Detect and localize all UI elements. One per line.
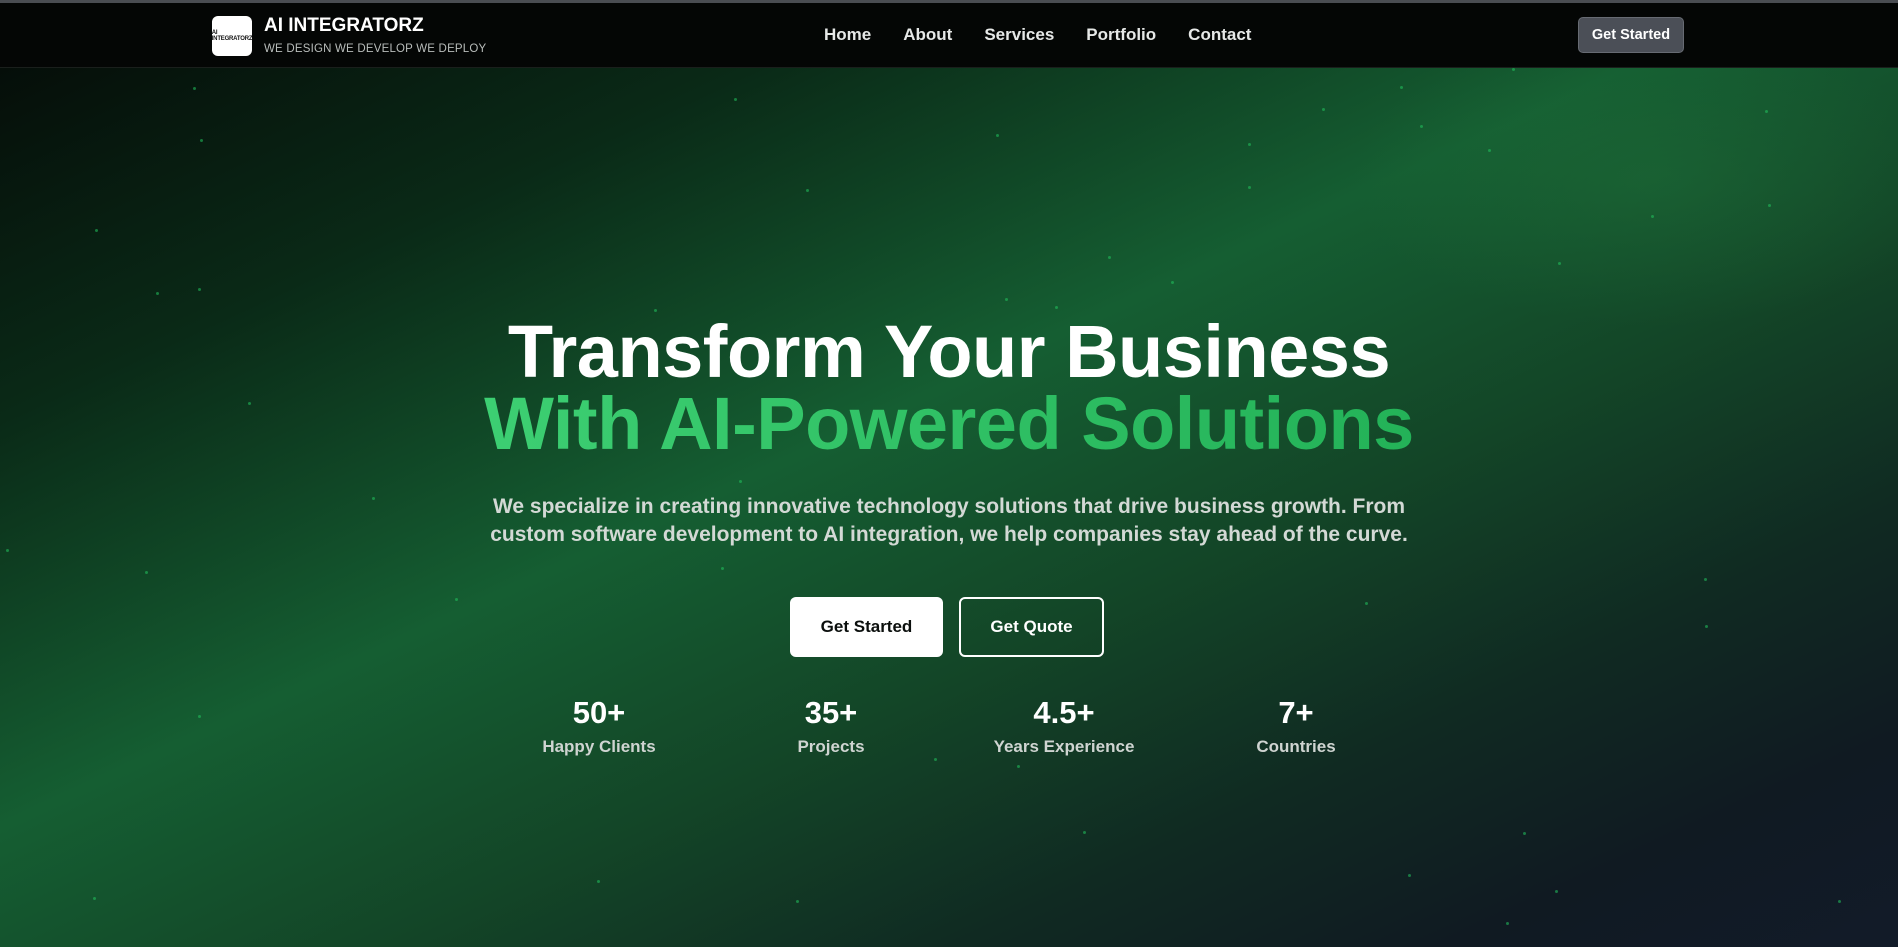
brand-logo: AI INTEGRATORZ [212,16,252,56]
brand-name: AI INTEGRATORZ [264,15,424,36]
particle-dot [193,87,196,90]
hero-section: Transform Your Business With AI-Powered … [0,68,1898,947]
logo-text: AI INTEGRATORZ [211,30,253,42]
stat-label: Happy Clients [542,737,656,756]
particle-dot [739,480,742,483]
hero-headline: Transform Your Business With AI-Powered … [0,314,1898,462]
particle-dot [1017,765,1020,768]
particle-dot [95,229,98,232]
stat-happy-clients: 50+ Happy Clients [499,695,699,757]
hero-title-line1: Transform Your Business [507,310,1391,393]
particle-dot [145,571,148,574]
particle-dot [996,134,999,137]
particle-dot [455,598,458,601]
hero-subtitle-line1: We specialize in creating innovative tec… [492,495,1406,518]
particle-dot [93,897,96,900]
particle-dot [1248,143,1251,146]
nav-link-contact[interactable]: Contact [1188,25,1251,45]
stat-label: Years Experience [993,737,1135,756]
stat-value: 35+ [804,695,858,730]
particle-dot [372,497,375,500]
particle-dot [1400,86,1403,89]
particle-dot [1248,186,1251,189]
particle-dot [1055,306,1058,309]
hero-glow [1350,68,1898,328]
stat-value: 4.5+ [1033,695,1095,730]
particle-dot [156,292,159,295]
particle-dot [1365,602,1368,605]
stat-label: Projects [797,737,865,756]
brand[interactable]: AI INTEGRATORZ AI INTEGRATORZ WE DESIGN … [212,15,486,57]
stat-label: Countries [1256,737,1336,756]
get-started-button[interactable]: Get Started [790,597,943,657]
particle-dot [1523,832,1526,835]
site-header: AI INTEGRATORZ AI INTEGRATORZ WE DESIGN … [0,3,1898,68]
stat-countries: 7+ Countries [1196,695,1396,757]
stat-projects: 35+ Projects [731,695,931,757]
particle-dot [1488,149,1491,152]
particle-dot [1555,890,1558,893]
particle-dot [1765,110,1768,113]
particle-dot [1705,625,1708,628]
particle-dot [1408,874,1411,877]
particle-dot [1005,298,1008,301]
hero-subtitle: We specialize in creating innovative tec… [449,493,1449,549]
particle-dot [597,880,600,883]
stat-value: 50+ [572,695,626,730]
particle-dot [1558,262,1561,265]
particle-dot [6,549,9,552]
nav-link-home[interactable]: Home [824,25,871,45]
particle-dot [1768,204,1771,207]
nav-link-about[interactable]: About [903,25,952,45]
particle-dot [721,567,724,570]
particle-dot [734,98,737,101]
particle-dot [1838,900,1841,903]
particle-dot [1512,68,1515,71]
stat-years-experience: 4.5+ Years Experience [964,695,1164,757]
particle-dot [1108,256,1111,259]
hero-title-line2: With AI-Powered Solutions [0,386,1898,462]
nav-link-services[interactable]: Services [984,25,1054,45]
stat-value: 7+ [1278,695,1314,730]
particle-dot [198,715,201,718]
brand-text: AI INTEGRATORZ WE DESIGN WE DEVELOP WE D… [264,15,486,57]
particle-dot [934,758,937,761]
main-nav: Home About Services Portfolio Contact [824,25,1283,45]
nav-link-portfolio[interactable]: Portfolio [1086,25,1156,45]
particle-dot [198,288,201,291]
brand-tagline: WE DESIGN WE DEVELOP WE DEPLOY [264,43,487,55]
particle-dot [200,139,203,142]
particle-dot [806,189,809,192]
hero-subtitle-line2: custom software development to AI integr… [490,523,1408,546]
particle-dot [1322,108,1325,111]
particle-dot [1083,831,1086,834]
particle-dot [1704,578,1707,581]
get-quote-button[interactable]: Get Quote [959,597,1104,657]
particle-dot [1651,215,1654,218]
particle-dot [1506,922,1509,925]
particle-dot [1420,125,1423,128]
particle-dot [1171,281,1174,284]
particle-dot [796,900,799,903]
nav-get-started-button[interactable]: Get Started [1578,17,1684,53]
